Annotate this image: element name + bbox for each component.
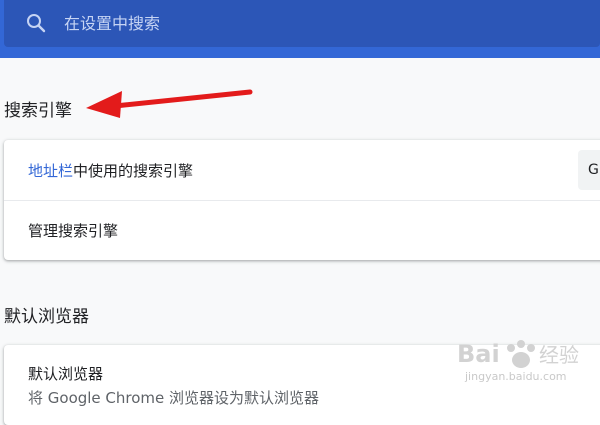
watermark-cn-text: 经验 — [539, 343, 579, 367]
section-title-search-engine: 搜索引擎 — [4, 101, 72, 121]
settings-search-input[interactable] — [64, 10, 564, 36]
section-title-default-browser: 默认浏览器 — [4, 307, 89, 327]
baidu-jingyan-watermark: Bai 经验 jingyan.baidu.com — [455, 330, 600, 400]
divider — [4, 200, 600, 201]
address-bar-engine-label: 中使用的搜索引擎 — [73, 162, 194, 180]
address-bar-engine-row: 地址栏中使用的搜索引擎 — [28, 160, 193, 181]
settings-header — [0, 0, 600, 58]
default-browser-item-title: 默认浏览器 — [28, 365, 104, 383]
search-engine-select[interactable]: G — [578, 150, 600, 190]
search-engine-card: 地址栏中使用的搜索引擎 G 管理搜索引擎 — [4, 140, 600, 260]
manage-search-engines-row[interactable]: 管理搜索引擎 — [28, 220, 118, 241]
baidu-paw-logo-icon: Bai 经验 jingyan.baidu.com — [457, 340, 579, 383]
address-bar-link[interactable]: 地址栏 — [28, 162, 73, 180]
watermark-url: jingyan.baidu.com — [464, 370, 567, 383]
settings-search-box[interactable] — [4, 0, 600, 47]
watermark-logo-text: Bai — [457, 340, 500, 368]
search-icon[interactable] — [24, 11, 48, 35]
default-browser-item-desc: 将 Google Chrome 浏览器设为默认浏览器 — [28, 389, 320, 407]
